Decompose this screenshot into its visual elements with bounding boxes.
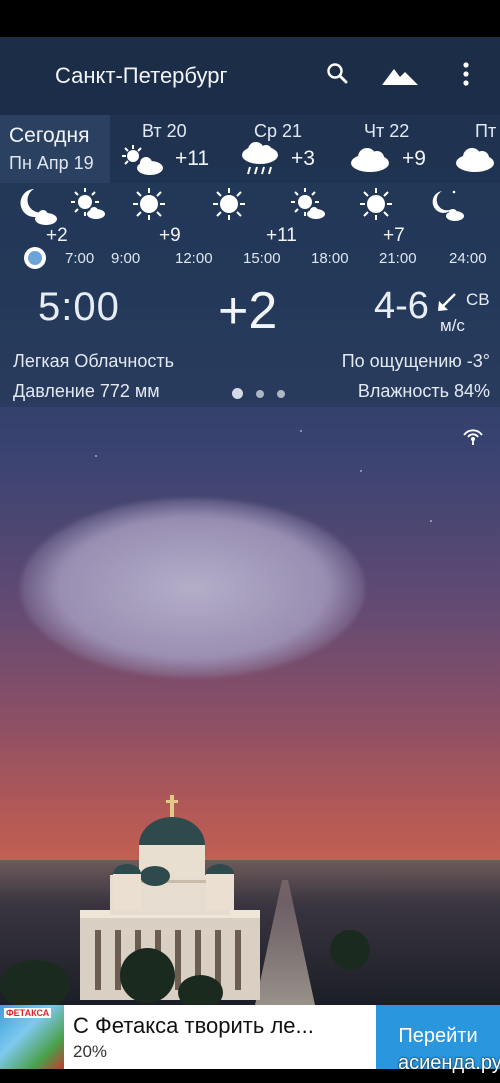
condition-text: Легкая Облачность <box>13 351 174 371</box>
rain-cloud-icon <box>242 142 278 175</box>
tree <box>330 930 370 970</box>
cloud-icon <box>351 148 389 172</box>
hourly-time: 12:00 <box>175 250 213 267</box>
top-app-bar: Санкт-Петербург <box>0 37 500 115</box>
day-temp: +9 <box>402 147 426 170</box>
page-indicator[interactable] <box>232 388 285 399</box>
cloud-icon <box>456 148 494 172</box>
search-icon[interactable] <box>325 61 349 85</box>
hourly-time: 7:00 <box>65 250 95 267</box>
hourly-time: 15:00 <box>243 250 281 267</box>
wind-speed: 4-6 <box>374 285 429 327</box>
sun-icon <box>213 188 245 220</box>
hourly-temp: +2 <box>46 225 68 246</box>
day-temp: +11 <box>175 147 210 170</box>
watermark: асиенда.ру <box>398 1052 500 1074</box>
daily-forecast-strip: Сегодня Пн Апр 19 Вт 20 +11 Ср 21 +3 Чт … <box>0 115 500 183</box>
city-title[interactable]: Санкт-Петербург <box>55 63 228 89</box>
hourly-time: 18:00 <box>311 250 349 267</box>
day-name: Вт 20 <box>142 121 187 141</box>
more-vert-icon[interactable] <box>456 61 476 87</box>
ad-title[interactable]: С Фетакса творить ле... <box>73 1013 314 1039</box>
hourly-temp: +7 <box>383 225 405 246</box>
sun-icon <box>360 188 392 220</box>
hourly-time: 21:00 <box>379 250 417 267</box>
day-today[interactable]: Сегодня Пн Апр 19 <box>0 115 110 183</box>
hourly-and-current-panel: +2 +9 +11 +7 7:00 9:00 12:00 15:00 18:00… <box>0 183 500 407</box>
current-temperature: +2 <box>218 282 278 340</box>
wind-direction-arrow-icon <box>438 293 456 311</box>
day-tuesday[interactable]: Вт 20 +11 <box>120 115 225 183</box>
tree <box>120 948 175 1003</box>
weather-panel: Санкт-Петербург Сегодня Пн Апр 19 Вт 20 <box>0 37 500 407</box>
star <box>95 455 97 457</box>
star <box>360 470 362 472</box>
hourly-temp: +9 <box>159 225 181 246</box>
sun-cloud-icon <box>71 188 105 219</box>
ad-brand-logo: ФЕТАКСА <box>4 1008 52 1018</box>
day-thursday[interactable]: Чт 22 +9 <box>350 115 450 183</box>
day-name: Ср 21 <box>254 121 303 141</box>
feels-like-text: По ощущению -3° <box>341 351 490 371</box>
day-name: Чт 22 <box>364 121 410 141</box>
day-name: Пт <box>475 121 497 141</box>
wind-unit: м/с <box>440 316 465 335</box>
sun-cloud-icon <box>291 188 325 219</box>
partly-sunny-icon <box>122 145 163 175</box>
current-time-marker <box>24 247 46 269</box>
today-date: Пн Апр 19 <box>9 153 94 173</box>
hourly-time: 9:00 <box>111 250 141 267</box>
hourly-time: 24:00 <box>449 250 487 267</box>
moon-cloud-icon <box>432 190 464 221</box>
pressure-text: Давление 772 мм <box>13 381 160 401</box>
today-label: Сегодня <box>9 124 90 147</box>
radar-icon[interactable] <box>462 427 484 445</box>
day-wednesday[interactable]: Ср 21 +3 <box>240 115 340 183</box>
status-bar <box>0 0 500 37</box>
tree <box>0 960 70 1010</box>
current-time: 5:00 <box>38 285 120 329</box>
day-friday[interactable]: Пт <box>455 115 500 183</box>
background-cloud <box>20 498 365 678</box>
moon-cloud-icon <box>20 189 57 225</box>
star <box>430 520 432 522</box>
sun-icon <box>133 188 165 220</box>
landscape-icon[interactable] <box>382 63 418 87</box>
ad-image[interactable]: ФЕТАКСА <box>0 1005 64 1069</box>
star <box>300 430 302 432</box>
hourly-temp: +11 <box>266 225 297 246</box>
humidity-text: Влажность 84% <box>357 381 490 401</box>
ad-subtitle: 20% <box>73 1042 108 1061</box>
day-temp: +3 <box>291 147 315 170</box>
wind-direction: СВ <box>466 290 490 309</box>
